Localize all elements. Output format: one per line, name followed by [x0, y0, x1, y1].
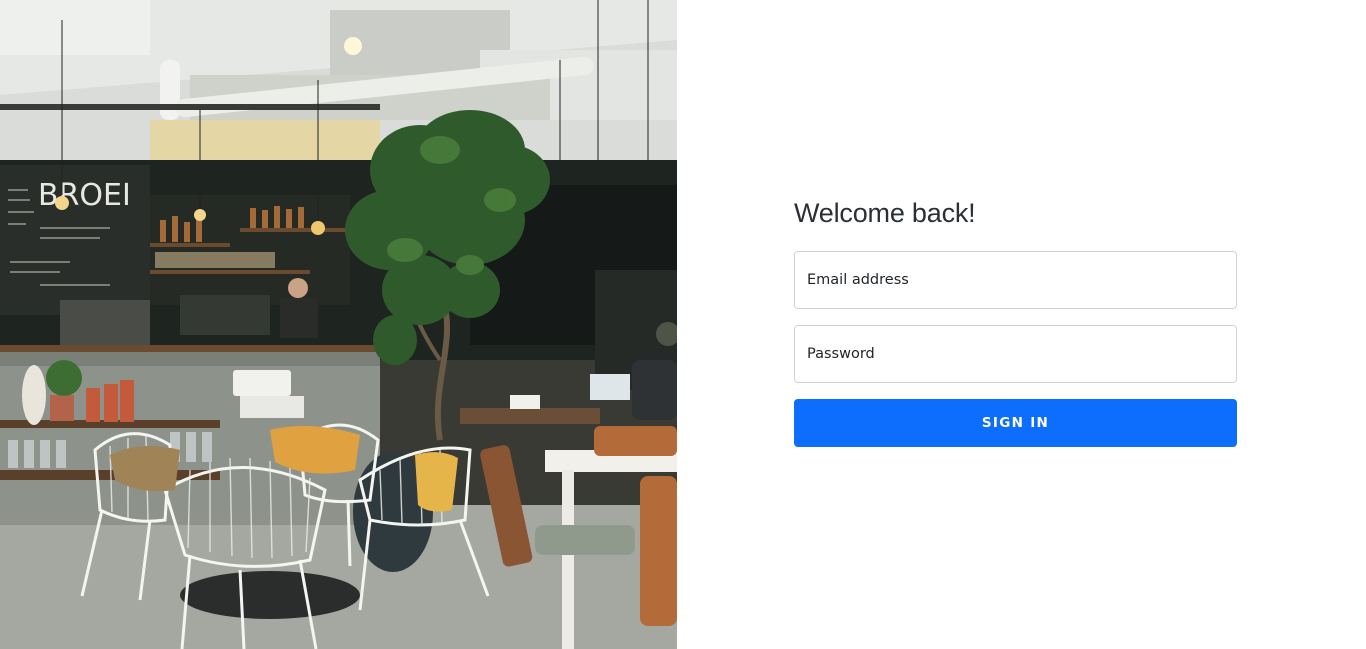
cafe-interior-illustration: BROEI [0, 0, 677, 649]
password-field[interactable] [795, 326, 1236, 382]
login-pane: Welcome back! SIGN IN [677, 0, 1366, 649]
login-page: BROEI Welcome back! Email address SIGN I… [0, 0, 1366, 649]
chalkboard-heading: BROEI [38, 178, 131, 213]
email-field-container [794, 251, 1237, 309]
password-field-container [794, 325, 1237, 383]
email-field[interactable] [795, 252, 1236, 308]
welcome-title: Welcome back! [794, 198, 976, 228]
sign-in-button[interactable]: SIGN IN [794, 399, 1237, 447]
login-form: Welcome back! SIGN IN [794, 195, 1237, 447]
hero-image: BROEI [0, 0, 677, 649]
